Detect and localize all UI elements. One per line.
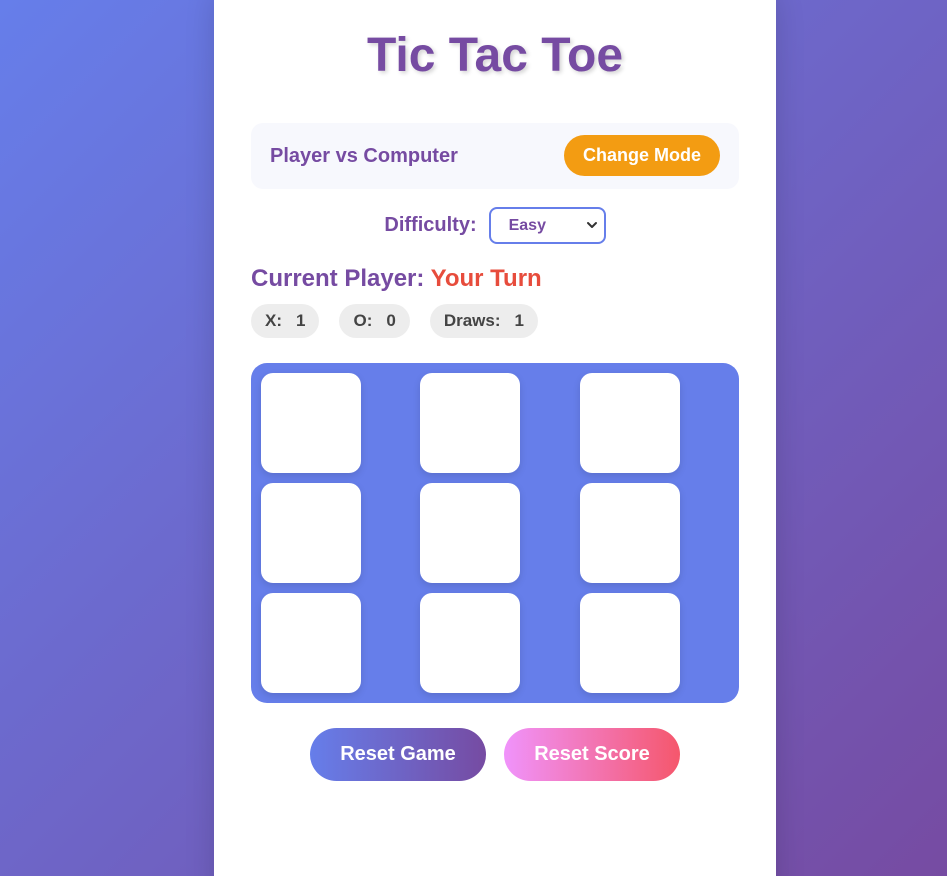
score-o-value: 0 <box>386 311 396 330</box>
score-draws-value: 1 <box>514 311 524 330</box>
board-cell-6[interactable] <box>580 483 680 583</box>
mode-bar: Player vs Computer Change Mode <box>251 123 739 189</box>
score-x: X: 1 <box>251 304 320 338</box>
current-turn: Your Turn <box>430 265 542 292</box>
score-x-label: X: <box>265 311 282 330</box>
scoreboard: X: 1 O: 0 Draws: 1 <box>251 304 538 338</box>
board-cell-5[interactable] <box>420 483 520 583</box>
difficulty-selected-value: Easy <box>508 217 546 234</box>
score-x-value: 1 <box>296 311 306 330</box>
current-player-status: Current Player: Your Turn <box>251 265 542 293</box>
game-board <box>251 363 739 703</box>
difficulty-select[interactable]: Easy <box>488 207 606 244</box>
board-cell-7[interactable] <box>261 593 361 693</box>
board-cell-2[interactable] <box>420 373 520 473</box>
current-player-prefix: Current Player: <box>251 265 425 292</box>
reset-game-button[interactable]: Reset Game <box>310 728 486 781</box>
score-draws: Draws: 1 <box>429 304 538 338</box>
reset-score-button[interactable]: Reset Score <box>504 728 680 781</box>
board-cell-3[interactable] <box>580 373 680 473</box>
mode-label: Player vs Computer <box>270 145 458 167</box>
difficulty-row: Difficulty: Easy <box>214 207 776 244</box>
game-card: Tic Tac Toe Player vs Computer Change Mo… <box>214 0 776 876</box>
board-cell-8[interactable] <box>420 593 520 693</box>
page-title: Tic Tac Toe <box>366 29 624 82</box>
chevron-down-icon <box>586 222 597 228</box>
score-o-label: O: <box>353 311 373 330</box>
score-o: O: 0 <box>339 304 410 338</box>
board-cell-1[interactable] <box>261 373 361 473</box>
board-cell-4[interactable] <box>261 483 361 583</box>
difficulty-label: Difficulty: <box>384 214 477 236</box>
action-buttons: Reset Game Reset Score <box>214 728 776 781</box>
board-cell-9[interactable] <box>580 593 680 693</box>
change-mode-button[interactable]: Change Mode <box>564 135 720 176</box>
score-draws-label: Draws: <box>443 311 501 330</box>
